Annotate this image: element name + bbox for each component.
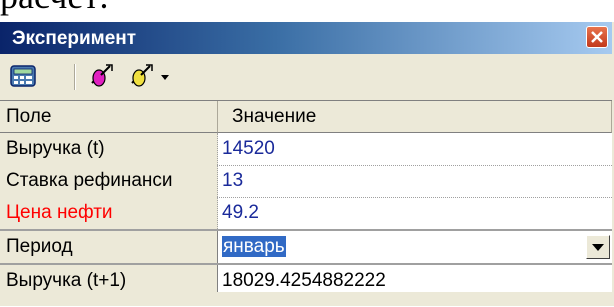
row-name: Ставка рефинанси bbox=[0, 165, 218, 197]
pin-magenta-icon bbox=[86, 64, 116, 95]
header-value[interactable]: Значение bbox=[218, 101, 612, 133]
grid-row[interactable]: Ставка рефинанси 13 bbox=[0, 165, 612, 198]
row-name: Период bbox=[0, 231, 218, 263]
title-bar[interactable]: Эксперимент bbox=[0, 22, 612, 54]
pin-yellow-button[interactable] bbox=[126, 61, 158, 93]
row-name: Выручка (t) bbox=[0, 133, 218, 165]
grid-row[interactable]: Цена нефти 49.2 bbox=[0, 197, 612, 230]
background-text: расчёт: bbox=[0, 0, 109, 16]
chevron-down-icon bbox=[158, 75, 174, 95]
period-select-value: январь bbox=[222, 236, 286, 257]
grid-header: Поле Значение bbox=[0, 101, 612, 133]
close-button[interactable] bbox=[586, 26, 608, 48]
window-title: Эксперимент bbox=[12, 28, 137, 49]
period-select[interactable]: январь bbox=[218, 231, 612, 263]
calculator-button[interactable] bbox=[8, 61, 40, 93]
row-value[interactable]: 13 bbox=[218, 165, 612, 197]
period-dropdown-button[interactable] bbox=[586, 235, 610, 259]
property-grid: Поле Значение Выручка (t) 14520 Ставка р… bbox=[0, 100, 612, 307]
toolbar-separator bbox=[74, 64, 76, 90]
pin-yellow-dropdown-button[interactable] bbox=[158, 61, 174, 93]
grid-row[interactable]: Выручка (t) 14520 bbox=[0, 133, 612, 166]
experiment-window: Эксперимент Поле Значение Выручка (t) 14… bbox=[0, 22, 614, 307]
row-value[interactable]: 49.2 bbox=[218, 197, 612, 229]
calculator-icon bbox=[8, 65, 38, 95]
toolbar bbox=[0, 54, 612, 100]
row-value[interactable]: 14520 bbox=[218, 133, 612, 165]
row-name: Цена нефти bbox=[0, 197, 218, 229]
grid-row-selected[interactable]: Период январь bbox=[0, 231, 612, 263]
header-field[interactable]: Поле bbox=[0, 101, 218, 133]
pin-magenta-button[interactable] bbox=[86, 61, 118, 93]
pin-yellow-icon bbox=[126, 64, 156, 95]
window-bottom-area bbox=[0, 292, 612, 306]
